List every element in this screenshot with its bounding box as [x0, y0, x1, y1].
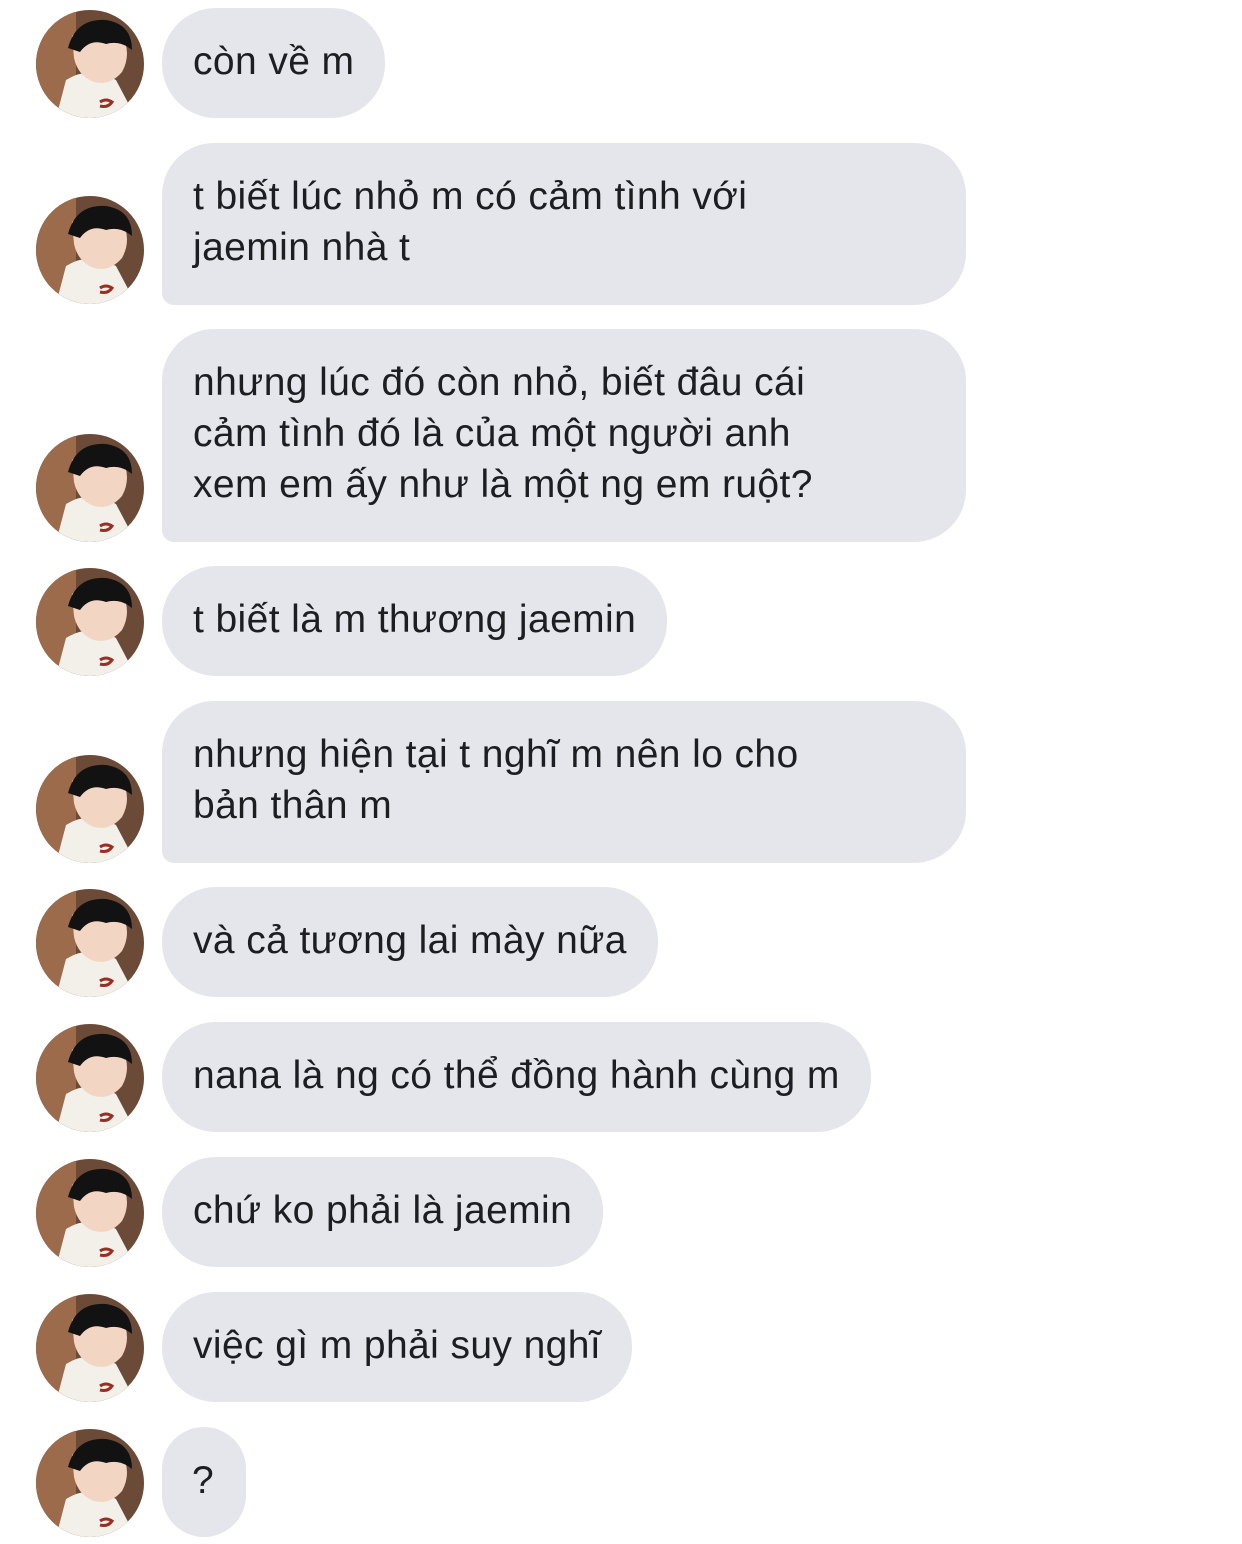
message-bubble[interactable]: t biết là m thương jaemin — [162, 566, 668, 676]
message-bubble[interactable]: t biết lúc nhỏ m có cảm tình với jaemin … — [162, 143, 966, 305]
avatar[interactable] — [36, 568, 144, 676]
message-bubble[interactable]: nhưng lúc đó còn nhỏ, biết đâu cái cảm t… — [162, 329, 966, 542]
message-line: nhưng lúc đó còn nhỏ, biết đâu cái — [193, 361, 806, 404]
profile-photo-icon — [36, 434, 144, 542]
message-line: nhưng hiện tại t nghĩ m nên lo cho — [193, 733, 799, 776]
avatar[interactable] — [36, 1159, 144, 1267]
profile-photo-icon — [36, 1294, 144, 1402]
avatar[interactable] — [36, 1024, 144, 1132]
profile-photo-icon — [36, 1159, 144, 1267]
avatar[interactable] — [36, 196, 144, 304]
message-line: bản thân m — [193, 784, 393, 827]
avatar[interactable] — [36, 755, 144, 863]
profile-photo-icon — [36, 1429, 144, 1537]
avatar[interactable] — [36, 1294, 144, 1402]
profile-photo-icon — [36, 10, 144, 118]
message-line: xem em ấy như là một ng em ruột? — [193, 463, 813, 506]
profile-photo-icon — [36, 1024, 144, 1132]
message-bubble[interactable]: và cả tương lai mày nữa — [162, 887, 658, 997]
avatar[interactable] — [36, 1429, 144, 1537]
message-bubble[interactable]: nana là ng có thể đồng hành cùng m — [162, 1022, 871, 1132]
avatar[interactable] — [36, 434, 144, 542]
profile-photo-icon — [36, 568, 144, 676]
avatar[interactable] — [36, 10, 144, 118]
message-line: cảm tình đó là của một người anh — [193, 412, 791, 455]
message-bubble[interactable]: còn về m — [162, 8, 386, 118]
message-line: jaemin nhà t — [193, 226, 411, 269]
profile-photo-icon — [36, 889, 144, 997]
message-line: t biết lúc nhỏ m có cảm tình với — [193, 175, 748, 218]
message-thread: còn về m t biết lúc nhỏ m có cảm tình vớ… — [0, 0, 1242, 1544]
message-bubble[interactable]: nhưng hiện tại t nghĩ m nên lo cho bản t… — [162, 701, 966, 863]
message-bubble[interactable]: chứ ko phải là jaemin — [162, 1157, 604, 1267]
message-bubble[interactable]: việc gì m phải suy nghĩ — [162, 1292, 633, 1402]
avatar[interactable] — [36, 889, 144, 997]
profile-photo-icon — [36, 755, 144, 863]
profile-photo-icon — [36, 196, 144, 304]
message-bubble[interactable]: ? — [162, 1427, 246, 1537]
